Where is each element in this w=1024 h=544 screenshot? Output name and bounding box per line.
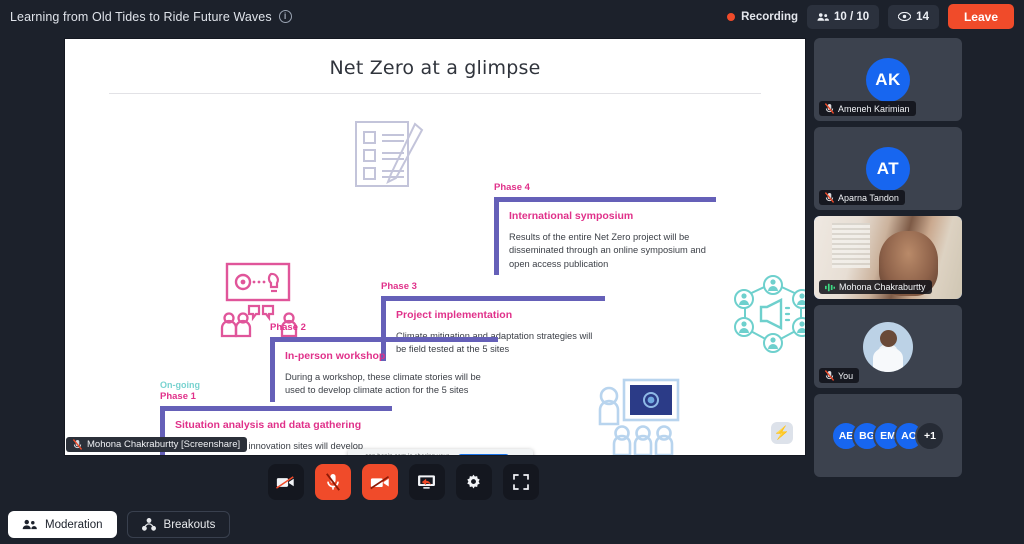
share-message: app.hopin.com is sharing your screen. [365, 453, 452, 455]
participant-tile-active-speaker[interactable]: Mohona Chakraburtty [814, 216, 962, 299]
recording-indicator: Recording [727, 11, 798, 23]
participant-name: Ameneh Karimian [838, 103, 910, 114]
slide-body: Phase 4 International symposium Results … [65, 94, 805, 457]
avatar: AK [866, 57, 910, 102]
phase-label: Phase 4 [494, 182, 530, 193]
phase-block-4: Phase 4 International symposium Results … [494, 182, 716, 276]
recording-dot-icon [727, 12, 736, 21]
microphone-muted-button[interactable] [314, 464, 351, 500]
eye-icon [898, 12, 912, 21]
fullscreen-icon [512, 474, 529, 490]
screen-sharing-toast: app.hopin.com is sharing your screen. St… [348, 449, 533, 457]
top-bar: Learning from Old Tides to Ride Future W… [0, 0, 1024, 33]
network-megaphone-icon [734, 275, 805, 353]
phase-label: Phase 3 [381, 281, 417, 292]
fullscreen-button[interactable] [502, 464, 539, 500]
phase-text: Results of the entire Net Zero project w… [509, 232, 706, 269]
phase-label: Phase 1 [160, 391, 196, 402]
mic-muted-icon [825, 103, 834, 114]
audio-level-icon [825, 283, 835, 291]
participant-name-tag: Mohona Chakraburtty [819, 280, 932, 294]
phase-heading: International symposium [509, 210, 634, 222]
participant-name: Mohona Chakraburtty [839, 282, 926, 292]
stop-sharing-button[interactable]: Stop sharing [457, 453, 510, 455]
overflow-participants-tile[interactable]: AE BG EM AO +1 [814, 394, 962, 477]
meeting-controls [0, 464, 806, 500]
people-icon [22, 519, 37, 530]
phase-heading: In-person workshop [285, 350, 386, 362]
avatar-overflow-count: +1 [915, 420, 945, 451]
mic-muted-icon [73, 439, 82, 450]
presenter-name: Mohona Chakraburtty [Screenshare] [87, 439, 241, 450]
checklist-pen-icon [355, 121, 424, 187]
recording-label: Recording [741, 10, 798, 23]
hopin-badge-icon[interactable]: ⚡ [771, 422, 793, 444]
video-off-icon [369, 475, 389, 489]
settings-button[interactable] [455, 464, 492, 500]
avatar: AT [866, 146, 910, 191]
participant-name-tag: Ameneh Karimian [819, 101, 916, 116]
participant-name: Aparna Tandon [838, 192, 899, 203]
participants-counter[interactable]: 10 / 10 [807, 4, 880, 29]
top-bar-actions: Recording 10 / 10 14 Leave [727, 4, 1014, 29]
participant-tile[interactable]: AK Ameneh Karimian [814, 38, 962, 121]
gear-icon [467, 474, 480, 489]
camera-off-icon [276, 475, 294, 489]
participants-count: 10 / 10 [834, 10, 870, 23]
viewers-count: 14 [916, 10, 929, 23]
avatar-stack: AE BG EM AO +1 [831, 420, 945, 451]
avatar [863, 321, 913, 372]
people-icon [817, 12, 829, 21]
camera-off-button[interactable] [267, 464, 304, 500]
phase-status: On-going [160, 380, 200, 390]
share-indicator-icon [353, 456, 359, 457]
monitor-icon [418, 475, 435, 489]
presenter-name-tag: Mohona Chakraburtty [Screenshare] [66, 437, 248, 452]
phase-heading: Situation analysis and data gathering [175, 419, 362, 431]
breakouts-button[interactable]: Breakouts [126, 511, 231, 538]
mic-muted-icon [825, 370, 834, 381]
phase-card: International symposium Results of the e… [494, 197, 716, 276]
mic-muted-icon [325, 473, 340, 491]
slide-title: Net Zero at a glimpse [329, 57, 541, 79]
participant-name: You [838, 370, 854, 381]
participant-name-tag: Aparna Tandon [819, 190, 905, 205]
participant-tile[interactable]: AT Aparna Tandon [814, 127, 962, 210]
moderation-button[interactable]: Moderation [8, 511, 117, 538]
event-title: Learning from Old Tides to Ride Future W… [10, 9, 272, 24]
participant-tile-self[interactable]: You [814, 305, 962, 388]
share-screen-button[interactable] [408, 464, 445, 500]
breakouts-icon [141, 518, 156, 531]
mic-muted-icon [825, 192, 834, 203]
info-icon[interactable]: i [278, 10, 292, 23]
viewers-counter[interactable]: 14 [888, 4, 939, 29]
moderation-label: Moderation [45, 518, 103, 531]
participant-name-tag: You [819, 368, 860, 383]
shared-screen-stage[interactable]: Net Zero at a glimpse Phase 4 Internatio… [64, 38, 806, 456]
breakouts-label: Breakouts [163, 518, 216, 531]
leave-button[interactable]: Leave [947, 4, 1014, 29]
phase-heading: Project implementation [396, 309, 513, 321]
phase-label: Phase 2 [270, 322, 306, 333]
presenter-audience-icon [598, 378, 680, 455]
video-off-button[interactable] [361, 464, 398, 500]
footer-actions: Moderation Breakouts [8, 511, 231, 538]
participants-rail: AK Ameneh Karimian AT Aparna Tandon Moho… [814, 38, 962, 483]
